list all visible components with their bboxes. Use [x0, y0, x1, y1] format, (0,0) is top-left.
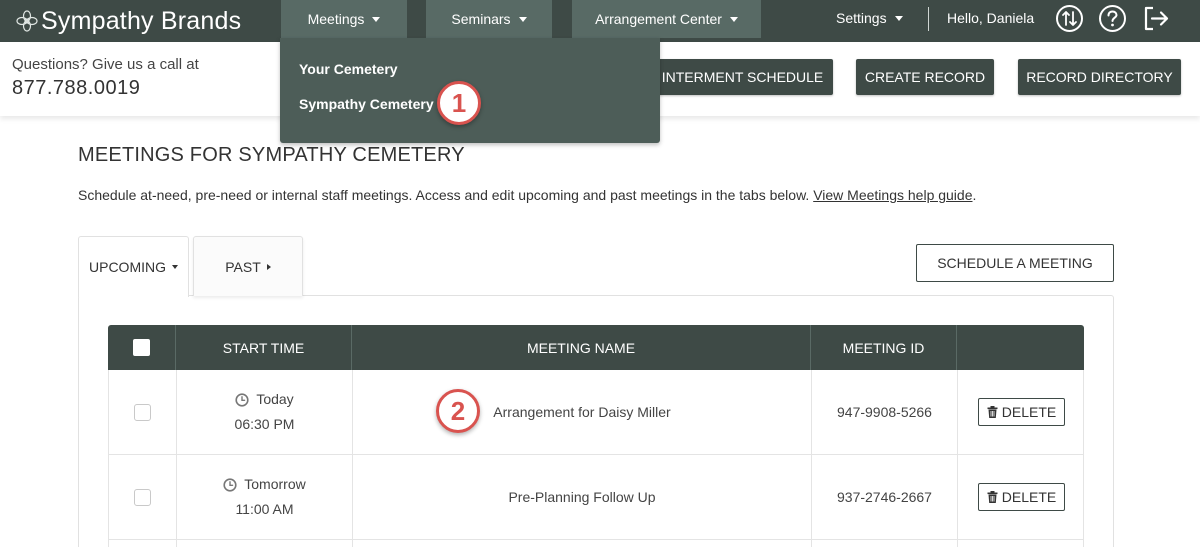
- step-marker-1: 1: [437, 81, 481, 125]
- schedule-meeting-button[interactable]: SCHEDULE A MEETING: [916, 244, 1114, 282]
- settings-menu[interactable]: Settings: [836, 0, 903, 36]
- tab-past[interactable]: PAST: [193, 236, 303, 296]
- trash-icon: [987, 491, 998, 503]
- brand-logo[interactable]: Sympathy Brands: [16, 6, 241, 36]
- header-actions: [957, 325, 1084, 370]
- select-all-checkbox[interactable]: [133, 339, 150, 356]
- interment-schedule-button[interactable]: INTERMENT SCHEDULE: [652, 59, 833, 95]
- delete-button[interactable]: DELETE: [978, 398, 1065, 426]
- header-meeting-name[interactable]: MEETING NAME: [352, 325, 811, 370]
- tab-upcoming-label: UPCOMING: [89, 259, 166, 275]
- meeting-id-cell: [812, 540, 958, 547]
- actions-cell: DELETE: [958, 370, 1085, 454]
- logout-icon[interactable]: [1141, 4, 1170, 33]
- meeting-name-cell[interactable]: Arrangement for Daisy Miller: [353, 370, 812, 454]
- user-greeting: Hello, Daniela: [947, 10, 1035, 26]
- description-suffix: .: [972, 187, 977, 203]
- dropdown-item-your-cemetery[interactable]: Your Cemetery: [299, 61, 398, 77]
- table-header: START TIME MEETING NAME MEETING ID: [108, 325, 1084, 370]
- nav-seminars-label: Seminars: [451, 11, 511, 27]
- create-record-button[interactable]: CREATE RECORD: [856, 59, 994, 95]
- meeting-id-cell: 947-9908-5266: [812, 370, 958, 454]
- tab-upcoming[interactable]: UPCOMING: [78, 236, 189, 297]
- header-start-time[interactable]: START TIME: [176, 325, 352, 370]
- row-select-cell: [109, 540, 177, 547]
- step-marker-2: 2: [436, 389, 480, 433]
- caret-down-icon: [729, 16, 738, 22]
- start-time-cell: [177, 540, 353, 547]
- start-day: Today: [235, 387, 294, 412]
- dropdown-item-sympathy-cemetery[interactable]: Sympathy Cemetery: [299, 96, 434, 112]
- nav-seminars[interactable]: Seminars: [426, 0, 552, 38]
- help-guide-link[interactable]: View Meetings help guide: [813, 187, 972, 203]
- nav-arrangement-center[interactable]: Arrangement Center: [572, 0, 761, 38]
- meeting-id-cell: 937-2746-2667: [812, 455, 958, 539]
- help-icon[interactable]: [1098, 4, 1127, 33]
- top-navigation: Sympathy Brands Meetings Seminars Arrang…: [0, 0, 1200, 42]
- divider: [928, 7, 929, 31]
- nav-arrangement-label: Arrangement Center: [595, 11, 722, 27]
- swap-arrows-icon[interactable]: [1055, 4, 1084, 33]
- nav-meetings-label: Meetings: [307, 11, 365, 27]
- start-day: Tomorrow: [223, 472, 306, 497]
- caret-down-icon: [518, 16, 527, 22]
- caret-right-icon: [266, 263, 271, 270]
- delete-button[interactable]: DELETE: [978, 483, 1065, 511]
- table-row: [108, 540, 1084, 547]
- meeting-name-cell[interactable]: Pre-Planning Follow Up: [353, 455, 812, 539]
- start-time-label: 06:30 PM: [234, 416, 295, 432]
- record-directory-button[interactable]: RECORD DIRECTORY: [1018, 59, 1181, 95]
- row-select-cell: [109, 455, 177, 539]
- caret-down-icon: [172, 265, 178, 269]
- tab-past-label: PAST: [225, 258, 261, 275]
- meeting-name-cell: [353, 540, 812, 547]
- actions-cell: DELETE: [958, 455, 1085, 539]
- caret-down-icon: [372, 16, 381, 22]
- caret-down-icon: [894, 15, 903, 21]
- trash-icon: [987, 406, 998, 418]
- description-text: Schedule at-need, pre-need or internal s…: [78, 187, 814, 203]
- table-row: Tomorrow 11:00 AM Pre-Planning Follow Up…: [108, 455, 1084, 540]
- delete-label: DELETE: [1001, 404, 1057, 420]
- contact-question: Questions? Give us a call at: [12, 56, 199, 73]
- header-meeting-id[interactable]: MEETING ID: [811, 325, 957, 370]
- table-row: Today 06:30 PM Arrangement for Daisy Mil…: [108, 370, 1084, 455]
- row-checkbox[interactable]: [134, 488, 151, 506]
- row-checkbox[interactable]: [134, 403, 151, 421]
- delete-label: DELETE: [1001, 489, 1057, 505]
- start-time-cell: Today 06:30 PM: [177, 370, 353, 454]
- start-time-cell: Tomorrow 11:00 AM: [177, 455, 353, 539]
- header-select-all: [108, 325, 176, 370]
- nav-meetings[interactable]: Meetings: [281, 0, 407, 38]
- flower-logo-icon: [16, 10, 38, 32]
- brand-name: Sympathy Brands: [41, 6, 242, 35]
- start-day-label: Tomorrow: [244, 476, 306, 492]
- contact-phone[interactable]: 877.788.0019: [12, 77, 140, 100]
- settings-label: Settings: [836, 10, 887, 26]
- clock-icon: [223, 477, 237, 492]
- clock-icon: [235, 392, 249, 407]
- start-time-label: 11:00 AM: [235, 501, 294, 517]
- start-day-label: Today: [256, 391, 294, 407]
- page-title: MEETINGS FOR SYMPATHY CEMETERY: [78, 144, 465, 166]
- row-select-cell: [109, 370, 177, 454]
- page-description: Schedule at-need, pre-need or internal s…: [78, 187, 976, 203]
